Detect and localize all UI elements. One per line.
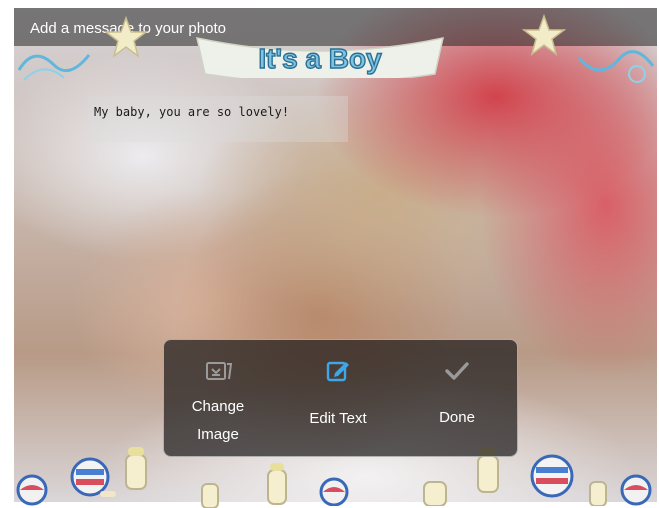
message-text: My baby, you are so lovely! [94, 105, 290, 119]
decoration-rattle-icon [319, 477, 349, 506]
decoration-bottle-icon [125, 447, 147, 490]
done-button[interactable]: Done [414, 340, 500, 456]
decoration-star-icon [522, 14, 566, 56]
decoration-bottle-icon [423, 481, 447, 506]
banner-text: It's a Boy [258, 43, 382, 74]
decoration-rattle-icon [16, 474, 48, 506]
checkmark-icon [445, 362, 469, 380]
done-label: Done [439, 409, 475, 426]
change-image-label-line2: Image [197, 426, 239, 443]
edit-text-label: Edit Text [309, 410, 367, 427]
decoration-rattle-icon [530, 454, 574, 498]
decoration-swirl-icon [17, 54, 91, 81]
edit-text-icon [326, 361, 349, 382]
change-image-button[interactable]: Change Image [172, 340, 264, 456]
change-image-label-line1: Change [191, 398, 245, 415]
decoration-rattle-icon [70, 457, 116, 497]
action-panel: Change Image Edit Text Done [163, 339, 518, 457]
decoration-bottle-icon [267, 463, 287, 505]
its-a-boy-banner: It's a Boy [196, 37, 444, 78]
decoration-bottle-icon [201, 483, 219, 508]
photo-frame-screen: Add a message to your photo It's a Boy M… [0, 0, 659, 508]
change-image-icon [206, 362, 233, 380]
message-text-area[interactable] [88, 96, 348, 142]
decoration-star-icon [104, 16, 148, 58]
decoration-rattle-icon [620, 474, 652, 506]
decoration-bottle-icon [589, 481, 607, 506]
edit-text-button[interactable]: Edit Text [292, 340, 384, 456]
